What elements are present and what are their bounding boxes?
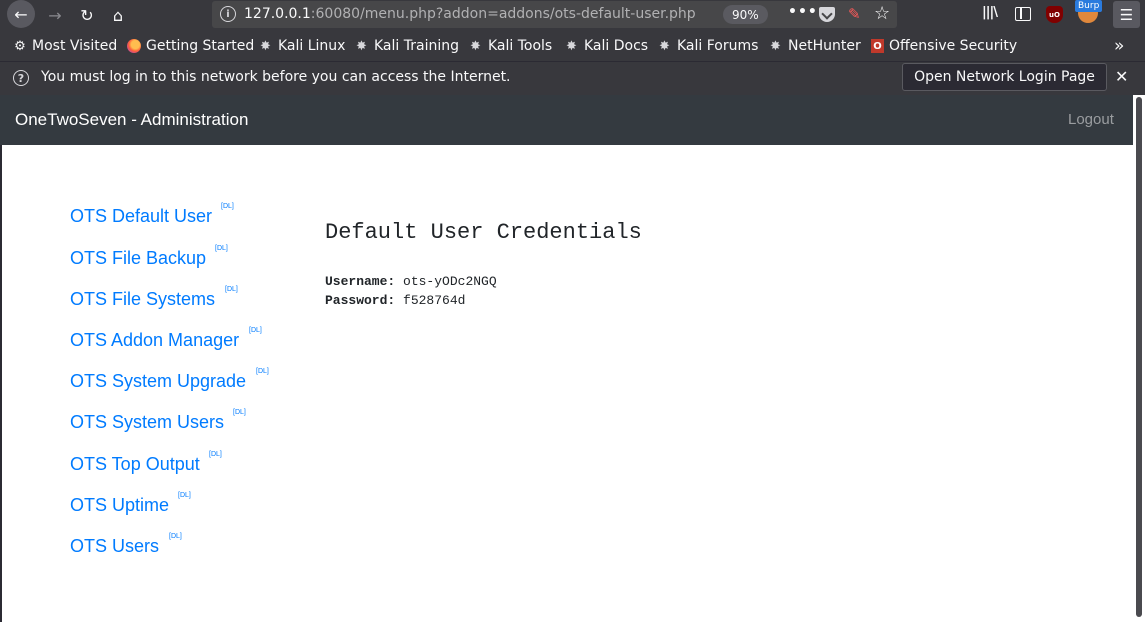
url-host: 127.0.0.1 xyxy=(244,6,311,22)
home-icon: ⌂ xyxy=(112,5,124,25)
captive-portal-notification: ? You must log in to this network before… xyxy=(0,61,1145,95)
back-button[interactable]: ← xyxy=(7,0,35,28)
menu-link[interactable]: OTS Uptime xyxy=(70,495,169,515)
menu-item-file-backup: OTS File Backup [DL] xyxy=(70,245,228,269)
credentials-panel: Default User Credentials Username: ots-y… xyxy=(325,220,642,308)
menu-link[interactable]: OTS Addon Manager xyxy=(70,330,239,350)
firefox-icon xyxy=(127,39,141,53)
close-icon[interactable]: ✕ xyxy=(1115,67,1128,86)
ublock-icon[interactable]: uO xyxy=(1046,6,1063,23)
kali-icon: ✸ xyxy=(470,38,481,54)
kali-icon: ✸ xyxy=(659,38,670,54)
menu-link[interactable]: OTS Default User xyxy=(70,206,212,226)
bookmark-label: Most Visited xyxy=(32,38,118,54)
bookmark-label: NetHunter xyxy=(788,38,861,54)
bookmark-kali-linux[interactable]: ✸ Kali Linux xyxy=(258,37,345,55)
menu-item-uptime: OTS Uptime [DL] xyxy=(70,492,191,516)
kali-icon: ✸ xyxy=(770,38,781,54)
page-navbar: OneTwoSeven - Administration Logout xyxy=(0,95,1133,145)
question-icon: ? xyxy=(13,70,29,86)
offsec-icon: O xyxy=(871,39,884,53)
menu-link[interactable]: OTS File Systems xyxy=(70,289,215,309)
menu-item-system-upgrade: OTS System Upgrade [DL] xyxy=(70,368,269,392)
reload-icon: ↻ xyxy=(80,5,94,25)
chevron-double-right-icon[interactable]: » xyxy=(1114,36,1124,56)
open-network-login-button[interactable]: Open Network Login Page xyxy=(902,63,1107,91)
kali-icon: ✸ xyxy=(356,38,367,54)
url-path: :60080/menu.php?addon=addons/ots-default… xyxy=(310,6,696,22)
bookmark-label: Kali Forums xyxy=(677,38,759,54)
bookmark-kali-forums[interactable]: ✸ Kali Forums xyxy=(657,37,758,55)
bookmark-getting-started[interactable]: Getting Started xyxy=(127,37,254,55)
menu-item-system-users: OTS System Users [DL] xyxy=(70,409,246,433)
download-link[interactable]: [DL] xyxy=(221,203,234,210)
download-link[interactable]: [DL] xyxy=(233,409,246,416)
menu-item-file-systems: OTS File Systems [DL] xyxy=(70,286,238,310)
bookmark-kali-docs[interactable]: ✸ Kali Docs xyxy=(564,37,648,55)
username-value: ots-yODc2NGQ xyxy=(403,274,497,289)
home-button[interactable]: ⌂ xyxy=(104,1,132,29)
menu-link[interactable]: OTS System Users xyxy=(70,412,224,432)
bookmark-label: Getting Started xyxy=(146,38,255,54)
kali-icon: ✸ xyxy=(566,38,577,54)
navbar-brand[interactable]: OneTwoSeven - Administration xyxy=(15,110,248,130)
arrow-right-icon: → xyxy=(48,5,62,25)
reload-button[interactable]: ↻ xyxy=(73,1,101,29)
download-link[interactable]: [DL] xyxy=(215,245,228,252)
download-link[interactable]: [DL] xyxy=(178,492,191,499)
forward-button[interactable]: → xyxy=(41,1,69,29)
bookmark-label: Kali Training xyxy=(374,38,459,54)
menu-item-addon-manager: OTS Addon Manager [DL] xyxy=(70,327,262,351)
scrollbar-thumb[interactable] xyxy=(1136,97,1142,617)
menu-item-users: OTS Users [DL] xyxy=(70,533,182,557)
bookmark-most-visited[interactable]: ⚙ Most Visited xyxy=(13,37,117,55)
bookmark-label: Offensive Security xyxy=(889,38,1018,54)
menu-link[interactable]: OTS File Backup xyxy=(70,248,206,268)
pen-icon[interactable]: ✎ xyxy=(848,5,864,23)
download-link[interactable]: [DL] xyxy=(225,286,238,293)
zoom-reset-button[interactable]: 90% xyxy=(723,5,768,24)
pocket-icon[interactable] xyxy=(819,7,835,22)
logout-link[interactable]: Logout xyxy=(1068,111,1114,128)
menu-item-default-user: OTS Default User [DL] xyxy=(70,203,234,227)
password-row: Password: f528764d xyxy=(325,293,465,308)
bookmark-label: Kali Tools xyxy=(488,38,553,54)
bookmark-kali-training[interactable]: ✸ Kali Training xyxy=(354,37,459,55)
menu-link[interactable]: OTS Users xyxy=(70,536,159,556)
bookmark-offensive-security[interactable]: O Offensive Security xyxy=(871,37,1017,55)
bookmark-kali-tools[interactable]: ✸ Kali Tools xyxy=(468,37,552,55)
page-actions-icon[interactable]: ••• xyxy=(788,4,818,20)
username-label: Username: xyxy=(325,274,396,289)
download-link[interactable]: [DL] xyxy=(249,327,262,334)
kali-icon: ✸ xyxy=(260,38,271,54)
library-icon[interactable]: |||\ xyxy=(982,5,998,20)
notification-message: You must log in to this network before y… xyxy=(41,69,511,85)
download-link[interactable]: [DL] xyxy=(256,368,269,375)
gear-icon: ⚙ xyxy=(14,38,26,54)
username-row: Username: ots-yODc2NGQ xyxy=(325,274,497,289)
url-text[interactable]: 127.0.0.1:60080/menu.php?addon=addons/ot… xyxy=(244,6,696,22)
hamburger-menu-icon[interactable]: ☰ xyxy=(1113,1,1140,28)
download-link[interactable]: [DL] xyxy=(169,533,182,540)
arrow-left-icon: ← xyxy=(14,4,28,24)
credentials-title: Default User Credentials xyxy=(325,220,642,245)
password-label: Password: xyxy=(325,293,396,308)
url-bar[interactable]: i 127.0.0.1:60080/menu.php?addon=addons/… xyxy=(212,1,897,28)
menu-item-top-output: OTS Top Output [DL] xyxy=(70,451,222,475)
bookmark-label: Kali Linux xyxy=(278,38,346,54)
menu-link[interactable]: OTS System Upgrade xyxy=(70,371,246,391)
bookmark-label: Kali Docs xyxy=(584,38,649,54)
download-link[interactable]: [DL] xyxy=(209,451,222,458)
burp-badge: Burp xyxy=(1075,0,1103,12)
sidebar-icon[interactable] xyxy=(1015,7,1031,21)
info-icon[interactable]: i xyxy=(220,6,236,22)
bookmark-star-icon[interactable]: ☆ xyxy=(874,3,890,24)
browser-toolbar: ← → ↻ ⌂ i 127.0.0.1:60080/menu.php?addon… xyxy=(0,0,1145,30)
bookmark-nethunter[interactable]: ✸ NetHunter xyxy=(768,37,861,55)
password-value: f528764d xyxy=(403,293,466,308)
menu-link[interactable]: OTS Top Output xyxy=(70,454,200,474)
bookmarks-bar: ⚙ Most Visited Getting Started ✸ Kali Linu… xyxy=(0,30,1145,61)
